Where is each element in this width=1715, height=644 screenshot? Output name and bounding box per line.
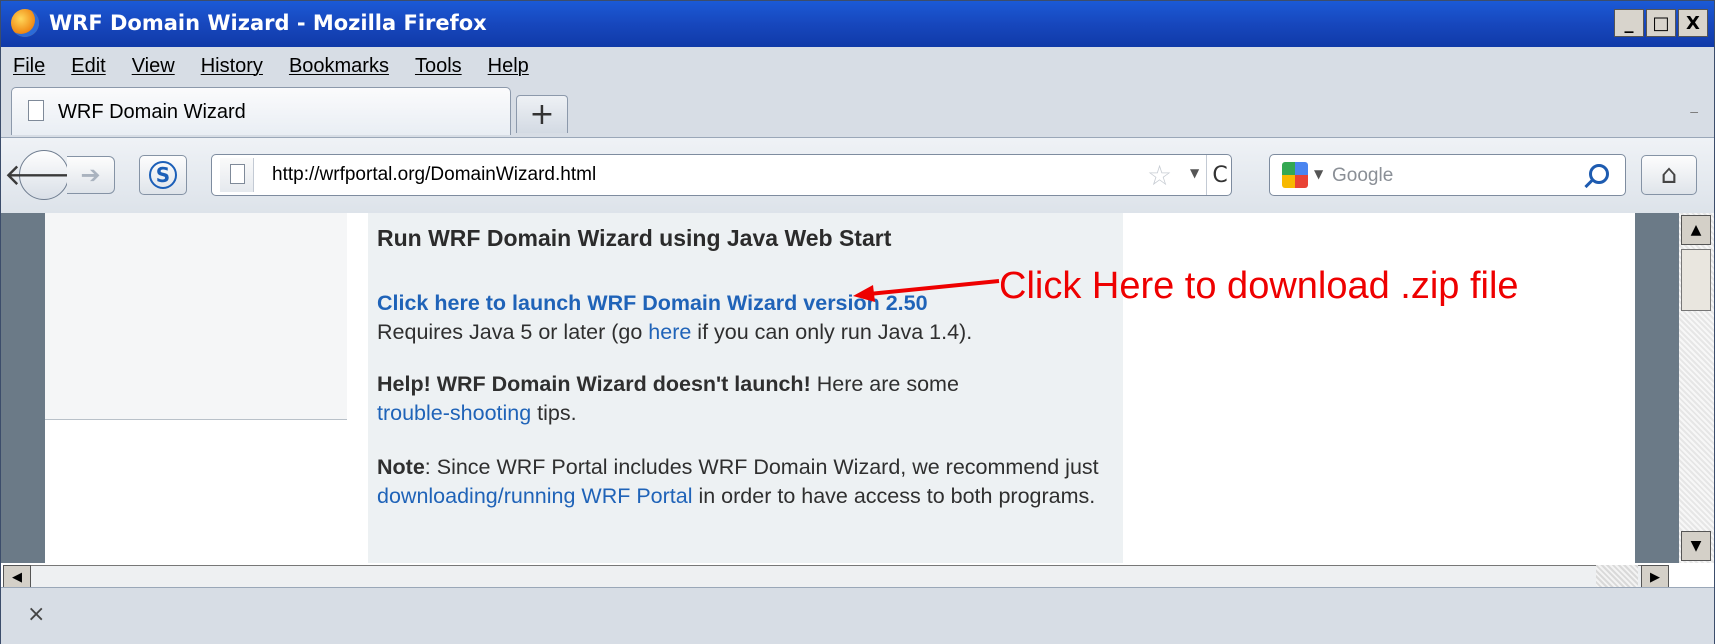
search-bar[interactable]: ▼ Google [1269, 154, 1626, 196]
tab-label: WRF Domain Wizard [58, 101, 246, 123]
search-icon[interactable] [1589, 164, 1609, 184]
note-tail-text: in order to have access to both programs… [692, 484, 1096, 508]
tab-list-chevron-icon[interactable]: – [1690, 103, 1698, 119]
vertical-scroll-thumb[interactable] [1681, 249, 1711, 311]
note-label: Note [377, 455, 425, 479]
title-bar: WRF Domain Wizard - Mozilla Firefox _ □ … [1, 1, 1714, 47]
status-bar: × [1, 587, 1714, 644]
annotation-arrow [853, 279, 1000, 302]
url-input[interactable]: http://wrfportal.org/DomainWizard.html [272, 164, 596, 186]
tab-wrf-domain-wizard[interactable]: WRF Domain Wizard [11, 87, 511, 135]
window-controls: _ □ X [1614, 9, 1708, 37]
reload-icon[interactable]: C [1206, 155, 1233, 195]
url-history-dropdown-icon[interactable]: ▼ [1190, 166, 1199, 180]
trouble-shooting-link[interactable]: trouble-shooting [377, 401, 531, 425]
horizontal-scroll-thumb[interactable] [3, 565, 1643, 589]
menu-history[interactable]: History [201, 55, 263, 78]
page-left-margin [1, 213, 45, 563]
launch-wizard-link[interactable]: Click here to launch WRF Domain Wizard v… [377, 291, 928, 315]
menu-tools[interactable]: Tools [415, 55, 462, 78]
help-bold-text: Help! WRF Domain Wizard doesn't launch! [377, 372, 811, 396]
vertical-scrollbar[interactable]: ▲ ▼ [1679, 213, 1714, 563]
menu-view[interactable]: View [132, 55, 175, 78]
maximize-button[interactable]: □ [1646, 9, 1676, 37]
search-input[interactable]: Google [1332, 165, 1393, 187]
url-bar[interactable]: http://wrfportal.org/DomainWizard.html ☆… [211, 154, 1232, 196]
note-paragraph: Note: Since WRF Portal includes WRF Doma… [377, 453, 1112, 511]
scroll-up-arrow-icon[interactable]: ▲ [1681, 215, 1711, 245]
s-addon-button[interactable]: S [139, 155, 187, 195]
bookmark-star-icon[interactable]: ☆ [1147, 159, 1172, 192]
navigation-toolbar: 🡐 ➔ S http://wrfportal.org/DomainWizard.… [1, 137, 1714, 213]
page-sidebar-bottom [45, 420, 347, 563]
menu-bar: File Edit View History Bookmarks Tools H… [1, 47, 1714, 85]
page-right-margin [1635, 213, 1679, 563]
search-engine-dropdown-icon[interactable]: ▼ [1314, 167, 1323, 181]
help-paragraph: Help! WRF Domain Wizard doesn't launch! … [377, 370, 1112, 428]
help-text: Here are some [810, 372, 959, 396]
requires-text-end: if you can only run Java 1.4). [691, 320, 973, 344]
wrf-portal-link[interactable]: downloading/running WRF Portal [377, 484, 693, 508]
scroll-left-arrow-icon[interactable]: ◀ [3, 565, 31, 589]
new-tab-button[interactable]: + [516, 95, 568, 133]
page-content: Run WRF Domain Wizard using Java Web Sta… [1, 213, 1714, 591]
help-tail-text: tips. [531, 401, 577, 425]
firefox-logo-icon [11, 9, 39, 37]
home-icon: ⌂ [1660, 160, 1678, 190]
back-button[interactable]: 🡐 [4, 150, 84, 200]
browser-window: WRF Domain Wizard - Mozilla Firefox _ □ … [0, 0, 1715, 644]
forward-arrow-icon: ➔ [80, 161, 101, 189]
page-sidebar-top [45, 213, 347, 420]
google-engine-icon[interactable] [1282, 162, 1308, 188]
java14-here-link[interactable]: here [648, 320, 691, 344]
horizontal-scroll-track[interactable] [1596, 565, 1638, 589]
tab-strip: WRF Domain Wizard + – [1, 85, 1714, 137]
menu-edit[interactable]: Edit [71, 55, 105, 78]
download-annotation-text: Click Here to download .zip file [999, 265, 1519, 307]
menu-file[interactable]: File [13, 55, 45, 78]
minimize-button[interactable]: _ [1614, 9, 1644, 37]
home-button[interactable]: ⌂ [1641, 155, 1697, 195]
close-find-bar-icon[interactable]: × [27, 602, 45, 627]
page-heading: Run WRF Domain Wizard using Java Web Sta… [377, 225, 892, 251]
menu-bookmarks[interactable]: Bookmarks [289, 55, 389, 78]
scroll-right-arrow-icon[interactable]: ▶ [1641, 565, 1669, 589]
window-title: WRF Domain Wizard - Mozilla Firefox [49, 11, 487, 35]
site-identity-icon[interactable] [220, 158, 254, 192]
page-icon [28, 100, 44, 121]
scroll-down-arrow-icon[interactable]: ▼ [1681, 531, 1711, 561]
menu-help[interactable]: Help [488, 55, 529, 78]
note-text: : Since WRF Portal includes WRF Domain W… [424, 455, 1099, 479]
s-icon: S [149, 161, 177, 189]
close-button[interactable]: X [1678, 9, 1708, 37]
forward-button[interactable]: ➔ [67, 156, 115, 194]
requires-text: Requires Java 5 or later (go [377, 320, 649, 344]
